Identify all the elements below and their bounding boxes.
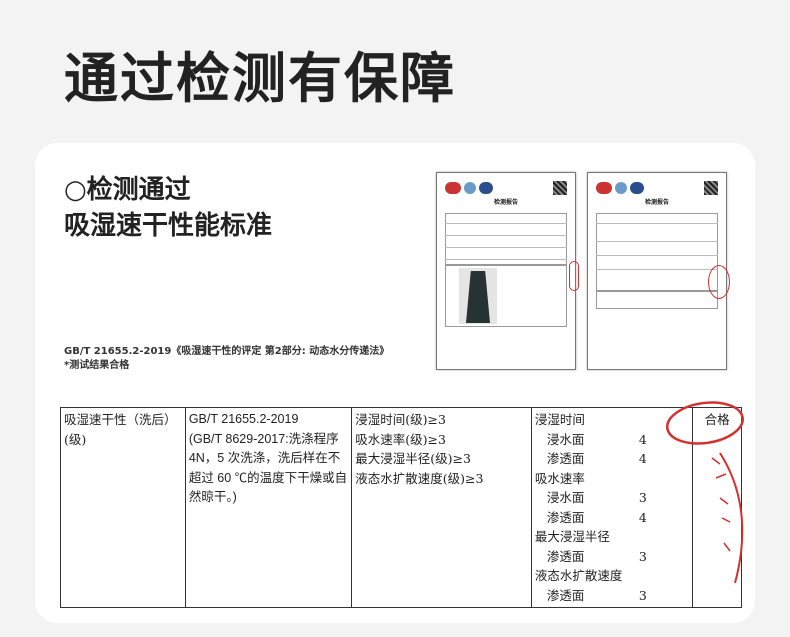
report-title: 检测报告 <box>493 199 518 206</box>
result-row: 渗透面 3 <box>546 548 647 564</box>
heading-line-2: 吸湿速干性能标准 <box>64 211 273 241</box>
ilac-logo-icon <box>615 182 627 194</box>
stamp-icon <box>708 265 730 299</box>
requirement: 浸湿时间(级)≥3 <box>355 412 446 427</box>
report-table <box>596 213 718 291</box>
requirement: 吸水速率(级)≥3 <box>355 431 446 447</box>
report-page-2: 检测报告 <box>587 172 730 370</box>
qr-code-icon <box>553 181 567 195</box>
report-table <box>445 213 567 265</box>
requirement: 最大浸湿半径(级)≥3 <box>355 451 471 466</box>
standard-note: GB/T 21655.2-2019《吸湿速干性的评定 第2部分: 动态水分传递法… <box>64 345 389 373</box>
cnas-logo-icon <box>479 182 493 194</box>
result-row: 浸水面 4 <box>546 431 647 447</box>
cnas-logo-icon <box>630 182 644 194</box>
cma-logo-icon <box>596 182 612 194</box>
result-row: 浸水面 3 <box>546 490 647 505</box>
result-heading: 吸水速率 <box>534 470 585 486</box>
qr-code-icon <box>704 181 718 195</box>
result-row: 渗透面 4 <box>546 451 647 466</box>
test-result-table: 吸湿速干性（洗后）(级) GB/T 21655.2-2019 (GB/T 8629… <box>60 407 742 608</box>
ilac-logo-icon <box>464 182 476 194</box>
cma-logo-icon <box>445 182 461 194</box>
result-row: 渗透面 3 <box>546 587 647 603</box>
method-standard: GB/T 21655.2-2019 <box>188 412 299 426</box>
test-item: 吸湿速干性（洗后）(级) <box>60 407 186 608</box>
stamp-icon <box>569 261 579 291</box>
result-row: 渗透面 4 <box>546 509 647 525</box>
table-row: 吸湿速干性（洗后）(级) GB/T 21655.2-2019 (GB/T 8629… <box>60 407 742 608</box>
result-heading: 最大浸湿半径 <box>534 529 610 544</box>
requirement: 液态水扩散速度(级)≥3 <box>355 470 484 486</box>
requirements: 浸湿时间(级)≥3 吸水速率(级)≥3 最大浸湿半径(级)≥3 液态水扩散速度(… <box>351 407 532 608</box>
result-note: *测试结果合格 <box>64 360 130 371</box>
page-title: 通过检测有保障 <box>64 47 456 110</box>
standard-name: GB/T 21655.2-2019《吸湿速干性的评定 第2部分: 动态水分传递法… <box>64 346 390 357</box>
verdict: 合格 <box>692 407 742 608</box>
method-detail: (GB/T 8629-2017:洗涤程序 4N，5 次洗涤，洗后样在不超过 60… <box>188 431 348 505</box>
report-footer-box <box>596 291 718 309</box>
report-title: 检测报告 <box>644 199 669 206</box>
heading-line-1: ○检测通过 <box>64 175 191 205</box>
result-heading: 液态水扩散速度 <box>534 568 623 583</box>
report-page-1: 检测报告 <box>436 172 579 370</box>
result-heading: 浸湿时间 <box>534 412 585 427</box>
section-heading: ○检测通过 吸湿速干性能标准 <box>64 172 272 244</box>
test-method: GB/T 21655.2-2019 (GB/T 8629-2017:洗涤程序 4N… <box>184 407 353 608</box>
results: 浸湿时间 浸水面 4 渗透面 4 吸水速率 浸水面 3 渗透面 4 最大浸湿半径 渗透面… <box>530 407 694 608</box>
